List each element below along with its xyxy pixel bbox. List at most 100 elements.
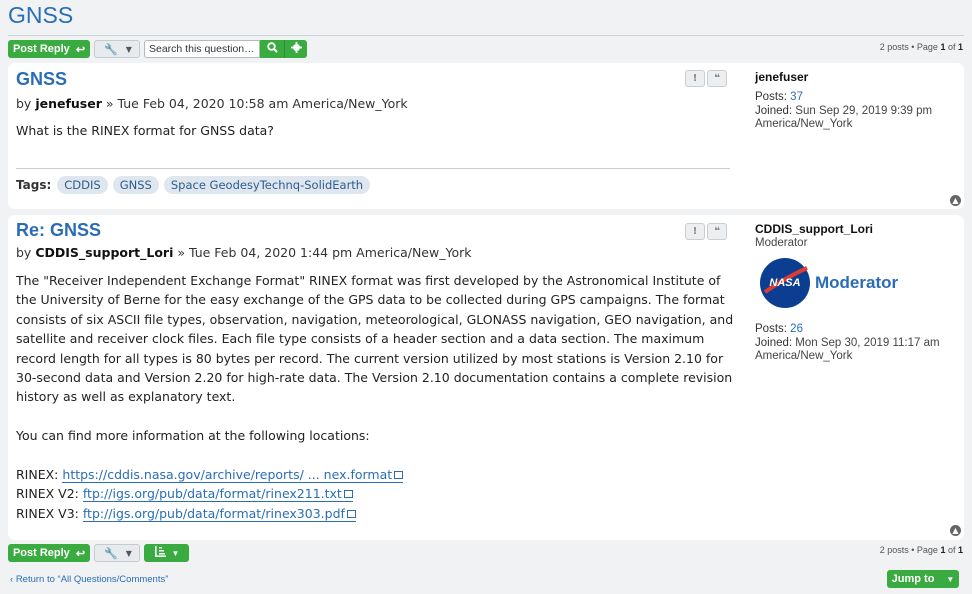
pagination-of: of	[945, 545, 958, 555]
pagination-info: 2 posts • Page 1 of 1	[880, 545, 963, 555]
body-line: You can find more information at the fol…	[16, 428, 370, 444]
link-label: RINEX V3:	[16, 505, 79, 521]
report-button[interactable]: !	[685, 70, 705, 87]
tag-gnss[interactable]: GNSS	[112, 176, 159, 194]
body-line: the University of Berne for the easy exc…	[16, 292, 725, 308]
sort-icon	[154, 546, 166, 560]
search-icon	[266, 42, 278, 56]
posts-label: Posts:	[755, 91, 787, 103]
post-divider	[16, 168, 730, 169]
nasa-wordmark: NASA	[769, 277, 801, 289]
pagination-prefix: 2 posts • Page	[879, 42, 941, 52]
exclamation-icon: !	[692, 73, 698, 84]
post-title[interactable]: GNSS	[16, 69, 67, 90]
joined-date: Sun Sep 29, 2019 9:39 pm	[795, 104, 933, 117]
page-title[interactable]: GNSS	[8, 2, 73, 29]
post-date: » Tue Feb 04, 2020 1:44 pm America/New_Y…	[177, 245, 472, 260]
pagination-of: of	[945, 42, 958, 52]
return-link-label: Return to “All Questions/Comments”	[15, 574, 169, 585]
rinex-v3-link[interactable]: ftp://igs.org/pub/data/format/rinex303.p…	[82, 505, 356, 522]
post-reply-label: Post Reply	[12, 43, 70, 55]
reply-arrow-icon: ↩	[75, 547, 86, 560]
chevron-down-icon: ▼	[125, 44, 132, 54]
title-divider	[8, 35, 964, 36]
gear-icon	[290, 42, 302, 56]
post-title[interactable]: Re: GNSS	[16, 220, 101, 241]
joined-label: Joined:	[755, 104, 793, 117]
profile-details: Posts: 26 Joined: Mon Sep 30, 2019 11:17…	[755, 323, 940, 364]
body-line: 30-second data and Version 2.20 for high…	[16, 370, 733, 386]
by-label: by	[16, 245, 32, 260]
body-line: record length for all types is 80 bytes …	[16, 350, 724, 366]
link-row-rinex-v2: RINEX V2: ftp://igs.org/pub/data/format/…	[16, 484, 736, 503]
report-button[interactable]: !	[685, 223, 705, 240]
page-total: 1	[957, 545, 963, 555]
rinex-link[interactable]: https://cddis.nasa.gov/archive/reports/ …	[62, 467, 404, 484]
quote-icon: ❝	[714, 226, 720, 237]
external-link-icon	[346, 509, 356, 518]
tag-cddis[interactable]: CDDIS	[57, 176, 108, 194]
author-link[interactable]: CDDIS_support_Lori	[35, 245, 173, 260]
wrench-icon: 🔧	[104, 42, 118, 56]
body-line: history as well as explanatory text.	[16, 389, 236, 405]
body-line: The "Receiver Independent Exchange Forma…	[16, 273, 721, 288]
link-label: RINEX V2:	[16, 486, 79, 502]
author-link[interactable]: jenefuser	[35, 96, 102, 111]
post-byline: by jenefuser » Tue Feb 04, 2020 10:58 am…	[16, 96, 408, 111]
badge-text: Moderator	[815, 273, 899, 292]
profile-details: Posts: 37 Joined: Sun Sep 29, 2019 9:39 …	[755, 91, 932, 132]
exclamation-icon: !	[692, 226, 698, 237]
joined-timezone: America/New_York	[755, 350, 853, 362]
profile-name[interactable]: jenefuser	[755, 70, 808, 84]
profile-name[interactable]: CDDIS_support_Lori	[755, 222, 873, 236]
link-url: https://cddis.nasa.gov/archive/reports/ …	[62, 467, 393, 483]
tags-row: Tags: CDDIS GNSS Space GeodesyTechnq-Sol…	[16, 176, 371, 194]
back-to-top-icon[interactable]: ▲	[950, 195, 961, 206]
tools-button[interactable]: 🔧 ▼	[94, 40, 140, 58]
tag-space-geodesy[interactable]: Space GeodesyTechnq-SolidEarth	[163, 176, 371, 194]
page-total: 1	[957, 42, 963, 52]
joined-label: Joined:	[755, 336, 793, 349]
pagination-info: 2 posts • Page 1 of 1	[880, 42, 963, 52]
profile-rank: Moderator	[755, 237, 808, 249]
quote-icon: ❝	[714, 73, 720, 84]
external-link-icon	[394, 471, 404, 480]
pagination-prefix: 2 posts • Page	[879, 545, 941, 555]
chevron-down-icon: ▼	[125, 548, 132, 558]
post-reply-button[interactable]: Post Reply ↩	[8, 40, 90, 58]
post-byline: by CDDIS_support_Lori » Tue Feb 04, 2020…	[16, 245, 471, 260]
joined-timezone: America/New_York	[755, 118, 853, 130]
chevron-down-icon: ▼	[171, 548, 180, 558]
post-date: » Tue Feb 04, 2020 10:58 am America/New_…	[105, 96, 408, 111]
posts-count[interactable]: 26	[790, 323, 803, 335]
wrench-icon: 🔧	[104, 546, 118, 560]
chevron-down-icon: ▼	[946, 574, 955, 584]
link-row-rinex: RINEX: https://cddis.nasa.gov/archive/re…	[16, 465, 736, 484]
link-url: ftp://igs.org/pub/data/format/rinex211.t…	[82, 486, 342, 502]
posts-count[interactable]: 37	[790, 91, 803, 103]
link-row-rinex-v3: RINEX V3: ftp://igs.org/pub/data/format/…	[16, 504, 736, 523]
external-link-icon	[343, 490, 353, 499]
advanced-search-button[interactable]	[284, 40, 307, 58]
post-reply-button[interactable]: Post Reply ↩	[8, 544, 90, 562]
jump-to-label: Jump to	[891, 573, 935, 585]
jump-to-button[interactable]: Jump to ▼	[887, 570, 959, 588]
quote-button[interactable]: ❝	[707, 70, 727, 87]
rinex-v2-link[interactable]: ftp://igs.org/pub/data/format/rinex211.t…	[82, 486, 353, 503]
nasa-logo-icon: NASA	[760, 258, 810, 308]
post-body: What is the RINEX format for GNSS data?	[16, 123, 274, 138]
by-label: by	[16, 96, 32, 111]
back-to-top-icon[interactable]: ▲	[950, 525, 961, 536]
return-link[interactable]: ‹ Return to “All Questions/Comments”	[10, 574, 168, 585]
moderator-badge: NASA Moderator	[760, 258, 898, 308]
search-input[interactable]: Search this question…	[144, 40, 260, 58]
posts-label: Posts:	[755, 323, 787, 335]
joined-date: Mon Sep 30, 2019 11:17 am	[795, 336, 940, 349]
sort-button[interactable]: ▼	[144, 544, 189, 562]
quote-button[interactable]: ❝	[707, 223, 727, 240]
post-reply-label: Post Reply	[12, 547, 70, 559]
search-button[interactable]	[260, 40, 284, 58]
link-url: ftp://igs.org/pub/data/format/rinex303.p…	[82, 505, 345, 521]
link-label: RINEX:	[16, 467, 59, 483]
tools-button[interactable]: 🔧 ▼	[94, 544, 140, 562]
